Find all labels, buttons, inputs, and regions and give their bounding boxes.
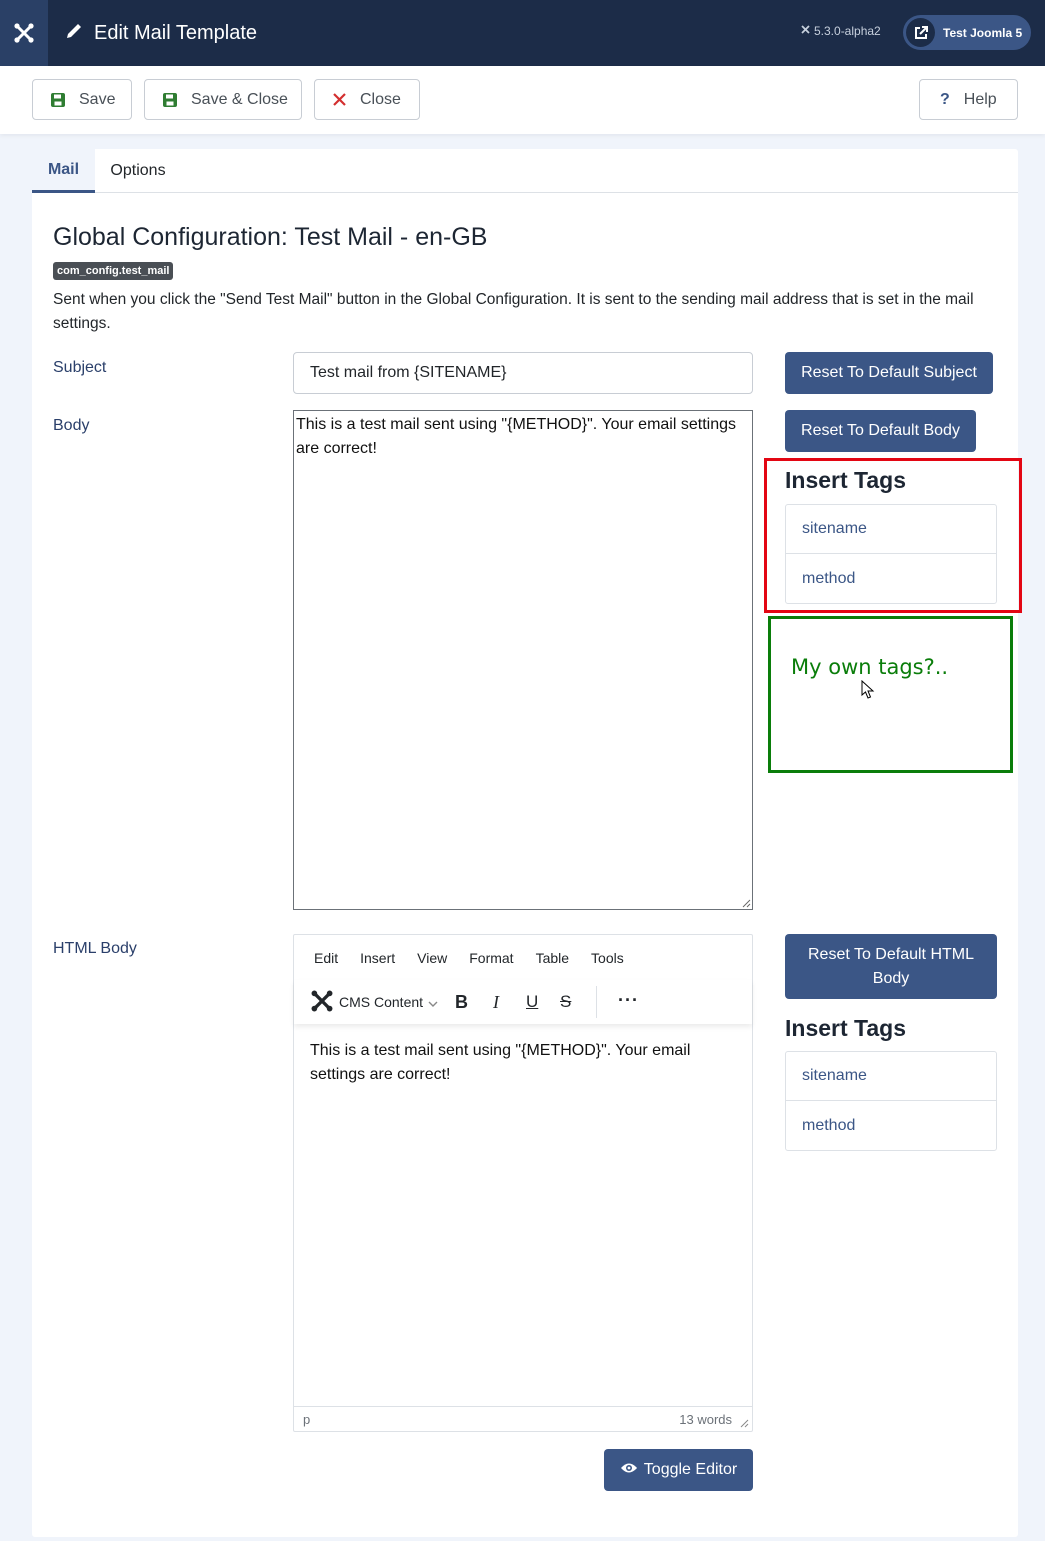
reset-body-button[interactable]: Reset To Default Body (785, 410, 976, 452)
menu-table[interactable]: Table (525, 950, 580, 966)
subject-input[interactable]: Test mail from {SITENAME} (293, 352, 753, 394)
joomla-logo-icon[interactable] (0, 0, 48, 66)
joomla-small-icon (800, 24, 811, 38)
mouse-cursor-icon (861, 679, 875, 705)
html-tag-sitename[interactable]: sitename (786, 1052, 996, 1101)
editor-content[interactable]: This is a test mail sent using "{METHOD}… (310, 1039, 730, 1087)
page-title: Edit Mail Template (94, 21, 258, 44)
editor-resize-icon[interactable] (739, 1418, 749, 1428)
help-button[interactable]: ? Help (919, 79, 1018, 120)
annotation-note: My own tags?.. (791, 655, 949, 679)
menu-format[interactable]: Format (458, 950, 524, 966)
toolbar-divider (596, 986, 597, 1018)
chevron-down-icon (428, 994, 438, 1010)
html-insert-tags-title: Insert Tags (785, 1015, 906, 1041)
close-icon (333, 93, 346, 106)
html-editor: Edit Insert View Format Table Tools CMS … (293, 934, 753, 1432)
menu-view[interactable]: View (406, 950, 458, 966)
save-icon (51, 92, 65, 107)
version-label: 5.3.0-alpha2 (800, 24, 881, 38)
annotation-red-box (764, 458, 1022, 613)
resize-grip-icon[interactable] (741, 898, 751, 908)
body-label: Body (53, 417, 90, 434)
editor-toolbar: CMS Content B I U S ··· (294, 980, 752, 1024)
close-button[interactable]: Close (314, 79, 420, 120)
editor-menubar: Edit Insert View Format Table Tools (294, 935, 752, 980)
editor-statusbar: p 13 words (294, 1406, 752, 1431)
app-header: Edit Mail Template 5.3.0-alpha2 Test Joo… (0, 0, 1045, 66)
toggle-editor-button[interactable]: Toggle Editor (604, 1449, 753, 1491)
action-toolbar: Save Save & Close Close ? Help (0, 66, 1045, 134)
menu-edit[interactable]: Edit (303, 950, 349, 966)
body-textarea[interactable]: This is a test mail sent using "{METHOD}… (293, 410, 753, 910)
template-heading: Global Configuration: Test Mail - en-GB (53, 223, 488, 251)
site-link-button[interactable]: Test Joomla 5 (903, 15, 1031, 50)
annotation-green-box (768, 616, 1013, 773)
template-key-badge: com_config.test_mail (53, 262, 174, 280)
pencil-icon (64, 21, 84, 46)
template-description: Sent when you click the "Send Test Mail"… (53, 291, 974, 332)
tab-mail[interactable]: Mail (32, 149, 95, 193)
main-card: Mail Options Global Configuration: Test … (32, 149, 1018, 1537)
underline-icon[interactable]: U (526, 992, 538, 1012)
element-path[interactable]: p (303, 1412, 310, 1427)
reset-subject-button[interactable]: Reset To Default Subject (785, 352, 993, 394)
subject-label: Subject (53, 359, 107, 376)
word-count[interactable]: 13 words (679, 1412, 732, 1427)
menu-tools[interactable]: Tools (580, 950, 635, 966)
strikethrough-icon[interactable]: S (560, 992, 571, 1012)
cms-content-dropdown[interactable]: CMS Content (310, 988, 438, 1016)
question-icon: ? (940, 90, 950, 108)
joomla-icon (310, 989, 334, 1016)
reset-html-body-button[interactable]: Reset To Default HTML Body (785, 934, 997, 999)
save-close-button[interactable]: Save & Close (144, 79, 302, 120)
tab-bar: Mail Options (32, 149, 1018, 193)
eye-icon (620, 1458, 638, 1482)
html-tag-method[interactable]: method (786, 1101, 996, 1150)
tab-options[interactable]: Options (95, 149, 181, 193)
menu-insert[interactable]: Insert (349, 950, 406, 966)
more-icon[interactable]: ··· (618, 990, 639, 1011)
html-insert-tags-list: sitename method (785, 1051, 997, 1151)
bold-icon[interactable]: B (455, 992, 468, 1013)
save-button[interactable]: Save (32, 79, 132, 120)
external-link-icon (906, 18, 935, 47)
body-text: This is a test mail sent using "{METHOD}… (296, 416, 736, 457)
italic-icon[interactable]: I (493, 992, 499, 1013)
html-body-label: HTML Body (53, 940, 137, 957)
save-icon (163, 92, 177, 107)
